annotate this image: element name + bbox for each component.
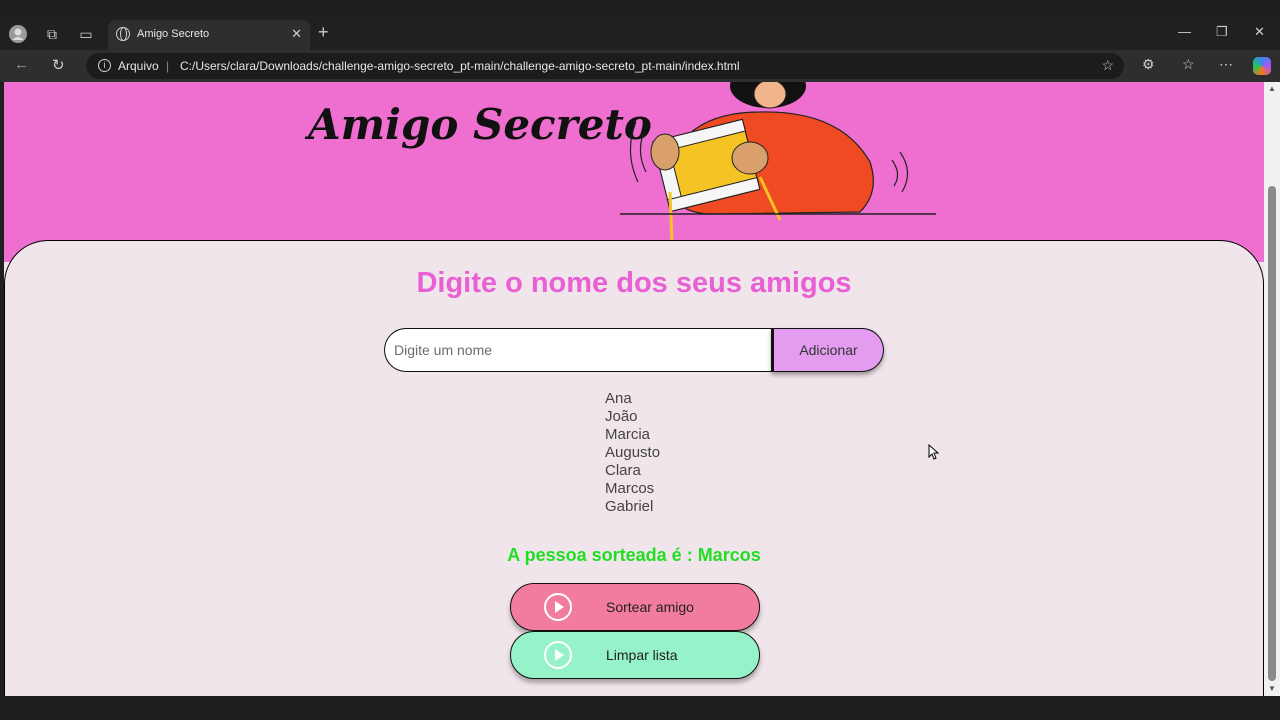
- favorites-icon[interactable]: ☆: [1182, 56, 1195, 73]
- globe-icon: [116, 27, 130, 41]
- new-tab-button[interactable]: +: [318, 22, 329, 43]
- address-bar[interactable]: i Arquivo | C:/Users/clara/Downloads/cha…: [86, 53, 1124, 79]
- workspaces-icon[interactable]: ⧉: [42, 24, 62, 44]
- scrollbar-thumb[interactable]: [1268, 186, 1276, 681]
- copilot-icon[interactable]: [1253, 57, 1271, 75]
- close-tab-icon[interactable]: ✕: [291, 26, 302, 42]
- clear-list-button[interactable]: Limpar lista: [510, 631, 760, 679]
- address-toolbar: ← ↻ i Arquivo | C:/Users/clara/Downloads…: [0, 50, 1280, 82]
- url-text[interactable]: C:/Users/clara/Downloads/challenge-amigo…: [180, 59, 740, 73]
- section-title: Digite o nome dos seus amigos: [416, 267, 852, 299]
- extensions-icon[interactable]: ⚙: [1142, 56, 1155, 73]
- tab-actions-icon[interactable]: ▭: [76, 24, 96, 44]
- list-item: Ana: [605, 390, 632, 407]
- back-icon[interactable]: ←: [14, 56, 29, 73]
- friend-name-input[interactable]: [384, 328, 774, 372]
- draw-friend-button[interactable]: Sortear amigo: [510, 583, 760, 631]
- friends-list: Ana João Marcia Augusto Clara Marcos Gab…: [605, 390, 660, 516]
- browser-window: ⧉ ▭ Amigo Secreto ✕ + — ❐ ✕ ← ↻ i Arquiv…: [0, 0, 1280, 720]
- refresh-icon[interactable]: ↻: [52, 56, 65, 74]
- clear-button-label: Limpar lista: [606, 647, 678, 663]
- play-icon: [544, 641, 572, 669]
- list-item: Clara: [605, 462, 641, 479]
- scroll-up-icon[interactable]: ▲: [1268, 84, 1276, 93]
- scroll-down-icon[interactable]: ▼: [1268, 684, 1276, 693]
- play-icon: [544, 593, 572, 621]
- info-icon[interactable]: i: [98, 59, 111, 72]
- draw-result: A pessoa sorteada é : Marcos: [507, 545, 761, 565]
- add-button[interactable]: Adicionar: [771, 328, 884, 372]
- mouse-cursor-icon: [928, 444, 940, 460]
- restore-button[interactable]: ❐: [1216, 24, 1228, 40]
- vertical-scrollbar[interactable]: ▲ ▼: [1264, 82, 1280, 696]
- list-item: Marcia: [605, 426, 651, 443]
- add-friend-form: Adicionar: [384, 328, 886, 372]
- tab-active[interactable]: Amigo Secreto ✕: [108, 20, 310, 50]
- close-window-button[interactable]: ✕: [1254, 24, 1265, 40]
- draw-button-label: Sortear amigo: [606, 599, 694, 615]
- page-header: Amigo Secreto: [4, 82, 1264, 262]
- more-options-icon[interactable]: ⋯: [1219, 56, 1233, 73]
- list-item: Gabriel: [605, 498, 654, 515]
- site-info-label[interactable]: Arquivo: [118, 59, 159, 73]
- main-card: Digite o nome dos seus amigos Adicionar …: [4, 240, 1264, 696]
- tab-title: Amigo Secreto: [137, 28, 210, 40]
- minimize-button[interactable]: —: [1178, 24, 1191, 39]
- gift-illustration: [620, 82, 936, 242]
- favorite-star-icon[interactable]: ☆: [1101, 57, 1114, 74]
- profile-icon[interactable]: [8, 24, 28, 44]
- list-item: Marcos: [605, 480, 655, 497]
- list-item: Augusto: [605, 444, 661, 461]
- address-separator: |: [166, 59, 170, 73]
- page-viewport: Amigo Secreto Digite o nome dos seus ami…: [4, 82, 1264, 696]
- tab-bar: ⧉ ▭ Amigo Secreto ✕ + — ❐ ✕: [0, 18, 1280, 50]
- app-title: Amigo Secreto: [308, 100, 652, 149]
- list-item: João: [605, 408, 638, 425]
